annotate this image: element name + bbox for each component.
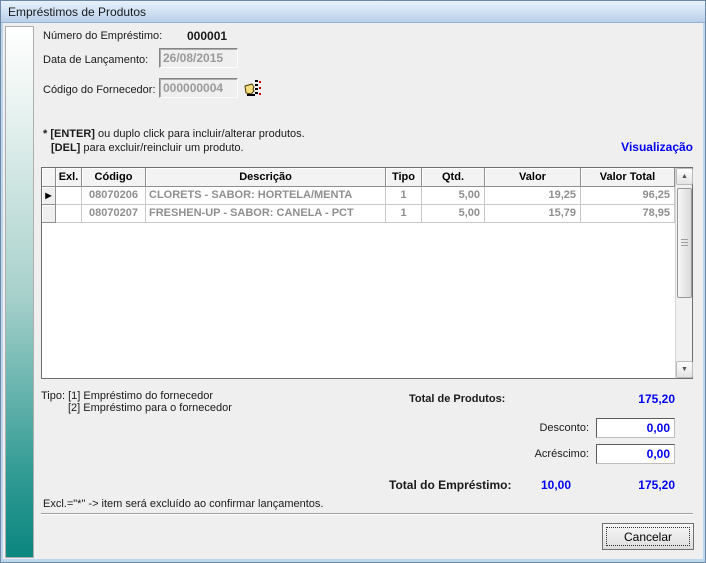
date-input[interactable] [159,48,238,68]
discount-label: Desconto: [469,422,589,434]
visualization-link[interactable]: Visualização [601,140,693,154]
enter-key-hint: * [ENTER] [43,128,95,140]
grid-vertical-scrollbar[interactable]: ▲ ▼ [675,168,692,378]
instruction-line-2: [DEL] para excluir/reincluir um produto. [51,142,244,154]
loan-number-value: 000001 [187,29,227,43]
scrollbar-thumb[interactable] [677,188,692,298]
title-bar[interactable]: Empréstimos de Produtos [1,1,705,23]
grid-header-valor[interactable]: Valor [485,168,581,187]
grid-header-row: Exl. Código Descrição Tipo Qtd. Valor Va… [42,168,692,187]
window-title: Empréstimos de Produtos [8,5,146,19]
instruction-line-1: * [ENTER] ou duplo click para incluir/al… [43,128,305,140]
grid-header-qtd[interactable]: Qtd. [422,168,485,187]
cell-codigo[interactable]: 08070207 [82,205,146,223]
discount-input[interactable] [596,418,675,438]
exclusion-note: Excl.="*" -> item será excluído ao confi… [43,498,323,510]
total-loan-value: 175,20 [555,478,675,492]
grid-header-tipo[interactable]: Tipo [386,168,422,187]
total-products-label: Total de Produtos: [409,393,505,405]
cell-exl[interactable] [56,187,82,205]
cell-qtd[interactable]: 5,00 [422,187,485,205]
cell-tipo[interactable]: 1 [386,187,422,205]
grid-header-valor-total[interactable]: Valor Total [581,168,675,187]
cell-row-indicator[interactable]: ▶ [42,187,56,205]
grid-header-indicator [42,168,56,187]
cancel-button[interactable]: Cancelar [602,523,694,550]
addition-input[interactable] [596,444,675,464]
supplier-lookup-icon[interactable] [244,79,262,98]
teal-gradient-sidebar [5,26,34,558]
cell-row-indicator[interactable] [42,205,56,223]
tipo-legend-line-2: [2] Empréstimo para o fornecedor [68,402,232,414]
cell-codigo[interactable]: 08070206 [82,187,146,205]
grid-header-codigo[interactable]: Código [82,168,146,187]
cell-descricao[interactable]: CLORETS - SABOR: HORTELA/MENTA [146,187,386,205]
instruction-line-2-text: para excluir/reincluir um produto. [80,142,243,154]
table-row[interactable]: ▶08070206CLORETS - SABOR: HORTELA/MENTA1… [42,187,692,205]
loan-number-label: Número do Empréstimo: [43,30,162,42]
tipo-legend-line-1: Tipo: [1] Empréstimo do fornecedor [41,390,213,402]
grid-header-descricao[interactable]: Descrição [146,168,386,187]
grid-header-exl[interactable]: Exl. [56,168,82,187]
cell-exl[interactable] [56,205,82,223]
date-label: Data de Lançamento: [43,54,148,66]
loan-window: Empréstimos de Produtos Número do Emprés… [0,0,706,563]
total-products-value: 175,20 [555,392,675,406]
cancel-button-label: Cancelar [606,527,690,546]
cell-qtd[interactable]: 5,00 [422,205,485,223]
cell-valor-total[interactable]: 78,95 [581,205,675,223]
cell-valor[interactable]: 15,79 [485,205,581,223]
supplier-code-input[interactable] [159,78,238,98]
products-grid: Exl. Código Descrição Tipo Qtd. Valor Va… [41,167,693,379]
cell-valor[interactable]: 19,25 [485,187,581,205]
addition-label: Acréscimo: [469,448,589,460]
scrollbar-down-icon[interactable]: ▼ [676,361,693,378]
cell-descricao[interactable]: FRESHEN-UP - SABOR: CANELA - PCT [146,205,386,223]
del-key-hint: [DEL] [51,142,80,154]
table-row[interactable]: 08070207FRESHEN-UP - SABOR: CANELA - PCT… [42,205,692,223]
scrollbar-up-icon[interactable]: ▲ [676,168,693,185]
supplier-code-label: Código do Fornecedor: [43,84,156,96]
footer-divider [41,513,693,514]
cell-tipo[interactable]: 1 [386,205,422,223]
cell-valor-total[interactable]: 96,25 [581,187,675,205]
grid-body: ▶08070206CLORETS - SABOR: HORTELA/MENTA1… [42,187,692,223]
instruction-line-1-text: ou duplo click para incluir/alterar prod… [95,128,305,140]
